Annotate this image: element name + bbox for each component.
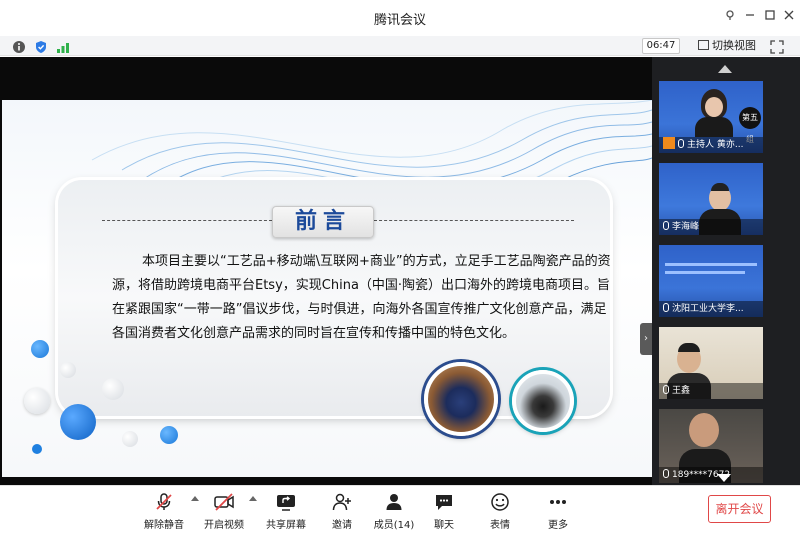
participant-video xyxy=(665,271,745,274)
minimize-icon[interactable] xyxy=(739,6,761,28)
participant-video xyxy=(711,183,729,191)
reactions-label: 表情 xyxy=(490,520,510,531)
participant-name: 王鑫 xyxy=(659,383,763,399)
more-label: 更多 xyxy=(548,520,568,531)
shared-screen-area: 前言 本项目主要以“工艺品+移动端\互联网+商业”的方式，立足手工艺品陶瓷产品的… xyxy=(0,57,652,485)
grid-view-icon xyxy=(698,40,709,50)
participant-tile[interactable]: 李海峰 xyxy=(659,163,763,235)
switch-view-button[interactable]: 切换视图 xyxy=(698,38,756,54)
bubble-decoration xyxy=(31,340,49,358)
microphone-muted-icon xyxy=(156,493,172,510)
info-icon[interactable] xyxy=(12,39,26,53)
ceramic-cup-photo xyxy=(512,370,574,432)
share-screen-label: 共享屏幕 xyxy=(266,520,306,531)
bubble-decoration xyxy=(122,431,138,447)
scroll-down-icon[interactable] xyxy=(717,474,731,482)
participant-video xyxy=(665,263,757,266)
participant-name: 李海峰 xyxy=(659,219,763,235)
more-button[interactable]: 更多 xyxy=(528,492,588,534)
participant-tile[interactable]: 王鑫 xyxy=(659,327,763,399)
bottom-toolbar: 解除静音 开启视频 共享屏幕 邀请 成员(14) 聊天 表情 更多 离开会议 xyxy=(0,485,800,535)
mic-icon xyxy=(663,469,669,478)
invite-button[interactable]: 邀请 xyxy=(312,492,372,534)
share-screen-button[interactable]: 共享屏幕 xyxy=(256,492,316,534)
leave-meeting-button[interactable]: 离开会议 xyxy=(708,495,771,523)
participant-video xyxy=(695,117,733,137)
group-badge: 第五组 xyxy=(739,107,761,144)
heading-divider-right xyxy=(374,220,574,221)
presentation-slide: 前言 本项目主要以“工艺品+移动端\互联网+商业”的方式，立足手工艺品陶瓷产品的… xyxy=(2,100,652,477)
chat-button[interactable]: 聊天 xyxy=(414,492,474,534)
participant-tile[interactable]: 189****7672 xyxy=(659,409,763,483)
start-video-button[interactable]: 开启视频 xyxy=(194,492,254,534)
mic-icon xyxy=(663,385,669,394)
reactions-button[interactable]: 表情 xyxy=(470,492,530,534)
pin-icon[interactable] xyxy=(719,6,741,28)
bubble-decoration xyxy=(160,426,178,444)
participant-tile[interactable]: 第五组 主持人 黄亦... xyxy=(659,81,763,153)
participant-name: 沈阳工业大学李... xyxy=(659,301,763,317)
participant-video xyxy=(689,413,719,447)
shield-icon[interactable] xyxy=(34,39,48,53)
heading-divider-left xyxy=(102,220,272,221)
bubble-decoration xyxy=(60,404,96,440)
unmute-label: 解除静音 xyxy=(144,520,184,531)
smiley-icon xyxy=(491,493,509,511)
participant-name: 189****7672 xyxy=(659,467,763,483)
unmute-button[interactable]: 解除静音 xyxy=(134,492,194,534)
mic-icon xyxy=(663,221,669,230)
fullscreen-icon[interactable] xyxy=(770,39,784,54)
mic-icon xyxy=(678,139,684,148)
participant-name: 主持人 黄亦... xyxy=(659,137,763,153)
close-icon[interactable] xyxy=(778,6,800,28)
bubble-decoration xyxy=(24,388,50,414)
switch-view-label: 切换视图 xyxy=(712,39,756,52)
signal-strength-icon[interactable] xyxy=(56,39,70,53)
bubble-decoration xyxy=(32,444,42,454)
collapse-panel-toggle[interactable]: › xyxy=(640,323,652,355)
participant-video xyxy=(678,343,700,352)
slide-body-text: 本项目主要以“工艺品+移动端\互联网+商业”的方式，立足手工艺品陶瓷产品的资源，… xyxy=(112,254,611,341)
camera-off-icon xyxy=(214,493,234,511)
share-screen-icon xyxy=(277,495,295,511)
title-bar: 腾讯会议 xyxy=(0,0,800,36)
window-title: 腾讯会议 xyxy=(373,13,426,28)
mic-icon xyxy=(663,303,669,312)
host-icon xyxy=(663,137,675,149)
ceramic-teapot-photo xyxy=(424,362,498,436)
members-icon xyxy=(386,494,402,510)
more-icon xyxy=(550,500,566,504)
meeting-timer: 06:47 xyxy=(642,38,680,54)
chat-icon xyxy=(436,495,452,510)
bubble-decoration xyxy=(102,378,124,400)
add-user-icon xyxy=(332,493,351,511)
bubble-decoration xyxy=(60,362,76,378)
meeting-window: 腾讯会议 06:47 切换视图 前言 本项目主要以“工艺品+移动端\互联网+商业… xyxy=(0,0,800,535)
chat-label: 聊天 xyxy=(434,520,454,531)
meeting-info-bar: 06:47 切换视图 xyxy=(0,36,800,56)
slide-heading: 前言 xyxy=(272,206,374,238)
start-video-label: 开启视频 xyxy=(204,520,244,531)
participant-tile[interactable]: 沈阳工业大学李... xyxy=(659,245,763,317)
participant-video xyxy=(705,97,723,117)
invite-label: 邀请 xyxy=(332,520,352,531)
scroll-up-icon[interactable] xyxy=(718,65,732,73)
